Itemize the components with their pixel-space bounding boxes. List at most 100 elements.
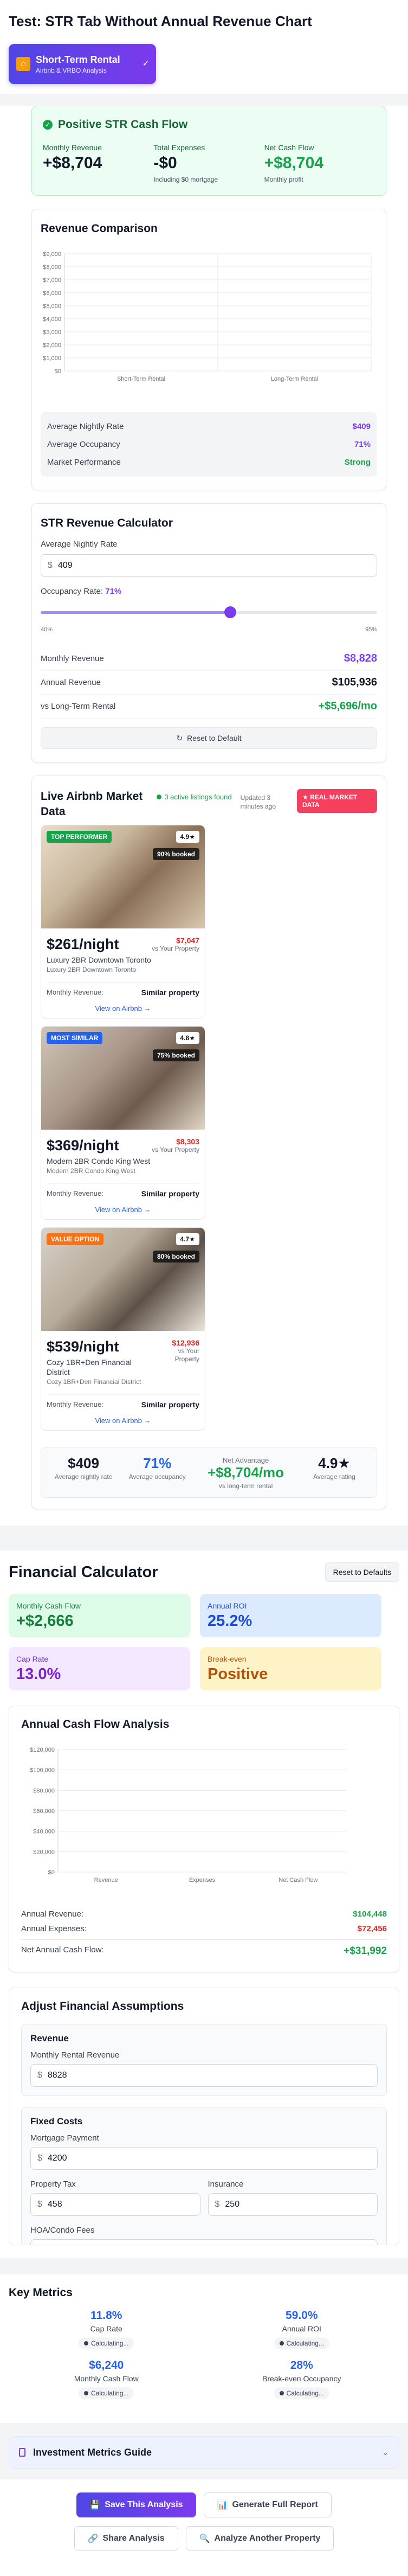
listing-card[interactable]: MOST SIMILAR 4.8★ 75% booked $369/night Mode… xyxy=(41,1026,205,1220)
rental-revenue-label: Monthly Rental Revenue xyxy=(30,2050,120,2060)
hoa-label: HOA/Condo Fees xyxy=(30,2226,95,2235)
spinner-icon xyxy=(279,2341,284,2346)
annual-analysis-title: Annual Cash Flow Analysis xyxy=(21,1718,170,1731)
listing-booked: 75% booked xyxy=(152,1049,199,1061)
listing-subtitle: Cozy 1BR+Den Financial District xyxy=(47,1378,141,1386)
analysis-row: Net Annual Cash Flow: +$31,992 xyxy=(21,1939,387,1960)
y-tick-label: $5,000 xyxy=(43,303,61,310)
listing-vs: vs Your Property xyxy=(151,1146,199,1154)
view-on-airbnb-link[interactable]: View on Airbnb → xyxy=(47,1417,199,1425)
currency-prefix: $ xyxy=(37,2200,42,2209)
view-on-airbnb-link[interactable]: View on Airbnb → xyxy=(47,1004,199,1013)
kpi-value: 25.2% xyxy=(208,1612,252,1630)
calc-value: +$5,696/mo xyxy=(318,700,377,712)
total-expenses-value: -$0 xyxy=(153,154,177,172)
property-tax-input[interactable]: $458 xyxy=(30,2193,200,2216)
stat-value: Strong xyxy=(344,458,371,467)
listing-vs: vs Your Property xyxy=(151,945,199,952)
metric-value: $6,240 xyxy=(89,2359,124,2372)
str-calculator-card: STR Revenue Calculator Average Nightly R… xyxy=(31,503,386,762)
metric-value: 11.8% xyxy=(90,2309,122,2322)
summary-occupancy: 71% xyxy=(143,1455,172,1471)
spinner-icon xyxy=(84,2341,89,2346)
metrics-guide-toggle[interactable]: Investment Metrics Guide ⌄ xyxy=(9,2436,399,2469)
listing-booked: 90% booked xyxy=(152,848,199,860)
metric-status-text: Calculating... xyxy=(91,2340,129,2347)
reset-default-label: Reset to Default xyxy=(187,734,242,742)
nightly-rate-input[interactable]: $ 409 xyxy=(41,554,377,577)
listing-card[interactable]: TOP PERFORMER 4.9★ 90% booked $261/night Lux… xyxy=(41,825,205,1018)
listing-tag: MOST SIMILAR xyxy=(47,1032,103,1044)
kpi-value: +$2,666 xyxy=(16,1612,74,1630)
reset-default-button[interactable]: ↻ Reset to Default xyxy=(41,727,377,749)
mortgage-input[interactable]: $4200 xyxy=(30,2147,378,2170)
save-analysis-button[interactable]: 💾 Save This Analysis xyxy=(76,2492,196,2517)
y-tick-label: $1,000 xyxy=(43,355,61,362)
slider-max: 95% xyxy=(365,626,377,633)
currency-prefix: $ xyxy=(215,2200,220,2209)
y-tick-label: $4,000 xyxy=(43,316,61,323)
real-market-badge: ★ REAL MARKET DATA xyxy=(296,789,377,813)
y-tick-label: $3,000 xyxy=(43,329,61,336)
listing-revenue-label: Monthly Revenue: xyxy=(47,988,103,996)
revenue-subcard: Revenue Monthly Rental Revenue $8828 xyxy=(21,2024,387,2096)
stat-row: Average Occupancy 71% xyxy=(47,435,371,453)
y-tick-label: $8,000 xyxy=(43,264,61,271)
generate-report-button[interactable]: 📊 Generate Full Report xyxy=(203,2492,332,2517)
guide-title: Investment Metrics Guide xyxy=(33,2446,152,2458)
metric-item: 59.0% Annual ROI Calculating... xyxy=(204,2309,400,2349)
nightly-rate-label: Average Nightly Rate xyxy=(41,540,118,549)
slider-thumb[interactable] xyxy=(224,606,237,618)
x-tick-label: Revenue xyxy=(94,1877,118,1883)
property-tax-value: 458 xyxy=(47,2200,62,2209)
listing-diff: $7,047 xyxy=(176,936,199,945)
spinner-icon xyxy=(279,2391,284,2395)
check-icon: ✓ xyxy=(142,59,150,68)
listing-diff: $12,936 xyxy=(172,1338,199,1347)
listing-subtitle: Luxury 2BR Downtown Toronto xyxy=(47,966,137,973)
y-tick-label: $40,000 xyxy=(33,1829,55,1835)
mortgage-label: Mortgage Payment xyxy=(30,2133,99,2143)
listing-name: Luxury 2BR Downtown Toronto xyxy=(47,956,151,964)
metric-label: Cap Rate xyxy=(90,2324,122,2333)
mortgage-value: 4200 xyxy=(47,2154,67,2163)
listing-subtitle: Modern 2BR Condo King West xyxy=(47,1167,135,1175)
calc-row: Annual Revenue $105,936 xyxy=(41,671,377,695)
listing-revenue-value: Similar property xyxy=(141,1189,199,1198)
kpi-card: Break-even Positive xyxy=(200,1647,381,1690)
y-tick-label: $60,000 xyxy=(33,1808,55,1815)
metric-item: 11.8% Cap Rate Calculating... xyxy=(9,2309,204,2349)
chevron-down-icon: ⌄ xyxy=(381,2448,389,2457)
total-expenses-sub: Including $0 mortgage xyxy=(153,176,218,183)
house-icon: ⌂ xyxy=(16,57,30,71)
metric-label: Annual ROI xyxy=(282,2324,321,2333)
listing-card[interactable]: VALUE OPTION 4.7★ 80% booked $539/night Cozy… xyxy=(41,1227,205,1431)
insurance-input[interactable]: $250 xyxy=(208,2193,378,2216)
link-icon: 🔗 xyxy=(87,2534,99,2543)
occupancy-slider[interactable] xyxy=(41,606,377,619)
monthly-revenue-label: Monthly Revenue xyxy=(43,143,102,152)
spinner-icon xyxy=(84,2391,89,2395)
stat-row: Market Performance Strong xyxy=(47,453,371,471)
listing-tag: VALUE OPTION xyxy=(47,1233,104,1245)
kpi-label: Monthly Cash Flow xyxy=(16,1601,81,1610)
x-tick-label: Long-Term Rental xyxy=(271,376,318,382)
str-tab[interactable]: ⌂ Short-Term Rental Airbnb & VRBO Analys… xyxy=(9,44,156,84)
reset-icon: ↻ xyxy=(176,733,183,742)
share-analysis-button[interactable]: 🔗 Share Analysis xyxy=(74,2526,178,2551)
calculator-title: STR Revenue Calculator xyxy=(41,517,173,529)
reset-defaults-button[interactable]: Reset to Defaults xyxy=(325,1562,399,1582)
analyze-another-button[interactable]: 🔍 Analyze Another Property xyxy=(185,2526,334,2551)
kpi-card: Annual ROI 25.2% xyxy=(200,1594,381,1637)
calc-label: Monthly Revenue xyxy=(41,654,104,663)
currency-prefix: $ xyxy=(37,2071,42,2080)
market-summary: $409 Average nightly rate 71% Average occu… xyxy=(41,1447,377,1498)
market-data-card: Live Airbnb Market Data 3 active listing… xyxy=(31,776,386,1509)
listing-name: Modern 2BR Condo King West xyxy=(47,1157,151,1165)
rental-revenue-input[interactable]: $8828 xyxy=(30,2064,378,2087)
view-on-airbnb-link[interactable]: View on Airbnb → xyxy=(47,1206,199,1214)
analysis-row: Annual Expenses: $72,456 xyxy=(21,1921,387,1936)
slider-min: 40% xyxy=(41,626,53,633)
calc-value: $8,828 xyxy=(344,652,377,664)
hoa-input[interactable]: $450 xyxy=(30,2239,378,2245)
